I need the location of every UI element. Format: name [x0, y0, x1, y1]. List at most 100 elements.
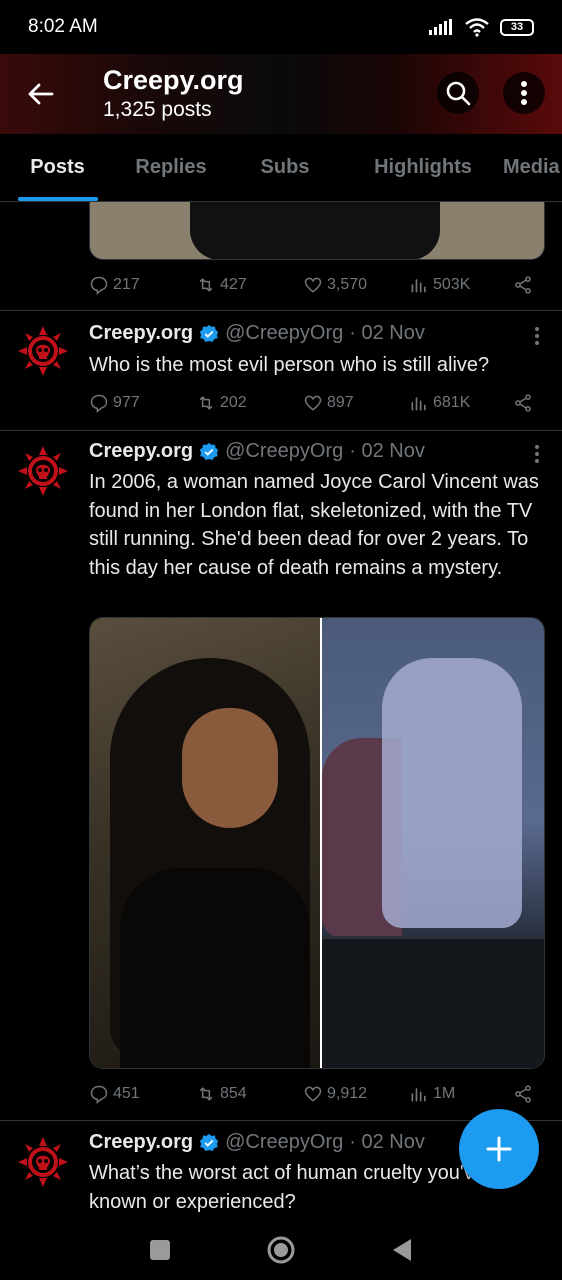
like-button[interactable]: 897 — [303, 393, 409, 413]
share-icon — [515, 1085, 531, 1103]
views-icon — [411, 397, 426, 411]
tab-highlights-label: Highlights — [374, 156, 472, 178]
tab-media-label: Media — [503, 156, 560, 178]
repost-count: 202 — [220, 394, 247, 411]
plus-icon — [486, 1136, 512, 1162]
tweet-date: · 02 Nov — [349, 1131, 425, 1153]
repost-button[interactable]: 202 — [196, 393, 303, 413]
reply-button[interactable]: 217 — [89, 275, 196, 295]
more-options-button[interactable] — [503, 72, 545, 114]
tab-replies[interactable]: Replies — [115, 134, 227, 201]
more-vertical-icon — [521, 81, 527, 105]
tab-subs-label: Subs — [260, 156, 310, 178]
skull-logo-icon — [18, 446, 68, 496]
views-button[interactable]: 503K — [409, 275, 513, 295]
status-time: 8:02 AM — [28, 16, 98, 37]
heart-icon — [304, 277, 322, 293]
tweet-more-button[interactable] — [534, 444, 540, 470]
views-button[interactable]: 681K — [409, 393, 513, 413]
image-content — [120, 868, 310, 1068]
tweet-date: · 02 Nov — [349, 440, 425, 462]
like-count: 897 — [327, 394, 354, 411]
author-name[interactable]: Creepy.org — [89, 440, 193, 463]
share-button[interactable] — [513, 393, 533, 413]
heart-icon — [304, 1086, 322, 1102]
views-icon — [411, 279, 426, 293]
post-media-image[interactable] — [89, 202, 545, 260]
tweet-more-button[interactable] — [534, 326, 540, 352]
tweet-media-image[interactable] — [89, 617, 545, 1069]
skull-logo-icon — [18, 326, 68, 376]
verified-badge-icon — [199, 324, 219, 342]
share-icon — [515, 276, 531, 294]
tab-posts[interactable]: Posts — [0, 134, 115, 201]
home-icon[interactable] — [266, 1235, 296, 1265]
reply-icon — [90, 394, 108, 413]
views-button[interactable]: 1M — [409, 1084, 513, 1104]
timeline[interactable]: 217 427 3,570 503K Creepy.org @CreepyOrg… — [0, 202, 562, 1220]
avatar[interactable] — [18, 1137, 68, 1187]
back-icon[interactable] — [391, 1238, 413, 1262]
share-button[interactable] — [513, 1084, 533, 1104]
like-button[interactable]: 9,912 — [303, 1084, 409, 1104]
search-icon — [446, 81, 471, 106]
tweet-header: Creepy.org @CreepyOrg · 02 Nov — [89, 440, 425, 463]
more-vertical-icon — [535, 445, 539, 463]
share-icon — [515, 394, 531, 412]
more-vertical-icon — [535, 327, 539, 345]
recent-apps-icon[interactable] — [149, 1239, 171, 1261]
search-button[interactable] — [437, 72, 479, 114]
reply-count: 451 — [113, 1085, 140, 1102]
repost-button[interactable]: 427 — [196, 275, 303, 295]
tab-posts-label: Posts — [30, 156, 85, 178]
reply-button[interactable]: 977 — [89, 393, 196, 413]
tweet-text: Who is the most evil person who is still… — [89, 354, 490, 376]
header-text: Creepy.org 1,325 posts — [103, 64, 244, 124]
tab-highlights[interactable]: Highlights — [343, 134, 503, 201]
back-button[interactable] — [18, 72, 62, 116]
avatar[interactable] — [18, 326, 68, 376]
author-name[interactable]: Creepy.org — [89, 1131, 193, 1154]
repost-icon — [199, 1087, 213, 1101]
tab-subs[interactable]: Subs — [227, 134, 343, 201]
image-content — [190, 202, 440, 259]
view-count: 681K — [433, 394, 471, 411]
tab-replies-label: Replies — [135, 156, 207, 178]
battery-icon: 33 — [500, 18, 534, 36]
profile-tabs: Posts Replies Subs Highlights Media — [0, 134, 562, 202]
system-nav-bar — [0, 1220, 562, 1280]
wifi-icon — [465, 18, 489, 37]
compose-button[interactable] — [459, 1109, 539, 1189]
signal-icon — [429, 19, 452, 35]
reply-icon — [90, 276, 108, 295]
author-name[interactable]: Creepy.org — [89, 322, 193, 345]
divider — [0, 310, 562, 311]
author-handle[interactable]: @CreepyOrg — [225, 440, 343, 463]
tweet-date: · 02 Nov — [349, 322, 425, 344]
repost-button[interactable]: 854 — [196, 1084, 303, 1104]
views-icon — [411, 1088, 426, 1102]
view-count: 1M — [433, 1085, 456, 1102]
verified-badge-icon — [199, 442, 219, 460]
repost-count: 427 — [220, 276, 247, 293]
reply-button[interactable]: 451 — [89, 1084, 196, 1104]
profile-header: Creepy.org 1,325 posts — [0, 54, 562, 134]
author-handle[interactable]: @CreepyOrg — [225, 1131, 343, 1154]
back-arrow-icon — [28, 83, 54, 105]
action-bar: 217 427 3,570 503K — [89, 270, 545, 300]
author-handle[interactable]: @CreepyOrg — [225, 322, 343, 345]
status-bar: 8:02 AM 33 — [0, 0, 562, 54]
avatar[interactable] — [18, 446, 68, 496]
like-button[interactable]: 3,570 — [303, 275, 409, 295]
view-count: 503K — [433, 276, 471, 293]
share-button[interactable] — [513, 275, 533, 295]
page-title: Creepy.org — [103, 65, 244, 95]
image-content — [182, 708, 278, 828]
heart-icon — [304, 395, 322, 411]
repost-count: 854 — [220, 1085, 247, 1102]
tab-media[interactable]: Media — [503, 134, 562, 201]
tweet-header: Creepy.org @CreepyOrg · 02 Nov — [89, 322, 425, 345]
post-count: 1,325 posts — [103, 98, 212, 121]
image-content — [382, 658, 522, 928]
repost-icon — [199, 396, 213, 410]
